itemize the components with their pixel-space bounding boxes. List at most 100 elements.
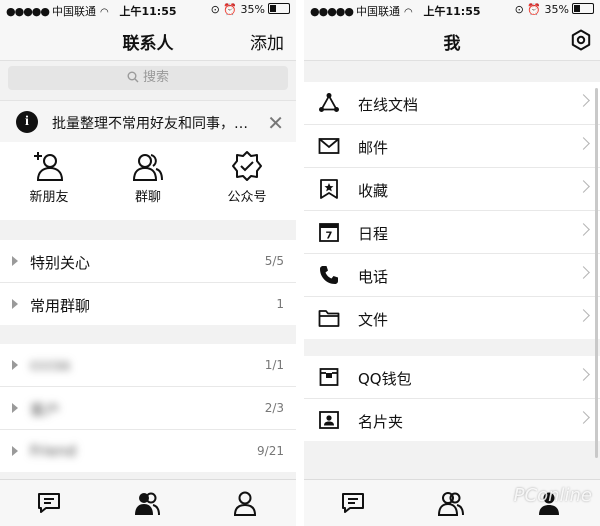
group-count: 1 xyxy=(276,297,284,311)
group-row-special-care[interactable]: 特别关心 5/5 xyxy=(0,240,296,283)
menu-label: 文件 xyxy=(358,311,389,329)
me-navbar: 我 xyxy=(304,20,600,61)
group-count: 1/1 xyxy=(264,358,284,372)
chevron-right-icon xyxy=(577,266,590,279)
alarm-icon: ⏰ xyxy=(527,3,542,16)
chevron-right-icon xyxy=(577,309,590,322)
battery-percent: 35% xyxy=(544,3,569,16)
quick-label: 群聊 xyxy=(134,190,161,205)
group-name: 常用群聊 xyxy=(30,297,91,315)
menu-label: 邮件 xyxy=(358,139,389,157)
menu-item-card-holder[interactable]: 名片夹 xyxy=(304,399,600,441)
search-icon xyxy=(127,71,139,83)
tip-banner[interactable]: i 批量整理不常用好友和同事，办... ✕ xyxy=(0,100,296,144)
menu-label: 名片夹 xyxy=(358,413,404,431)
battery-percent: 35% xyxy=(240,3,265,16)
new-friend-icon xyxy=(34,152,64,181)
menu-item-online-docs[interactable]: 在线文档 xyxy=(304,82,600,125)
official-account-icon xyxy=(232,151,262,181)
group-row[interactable]: cccss 1/1 xyxy=(0,344,296,387)
contact-groups: 特别关心 5/5 常用群聊 1 xyxy=(0,240,296,325)
quick-label: 新朋友 xyxy=(29,190,69,205)
screen-divider xyxy=(296,0,304,526)
contacts-tab-icon[interactable] xyxy=(438,490,464,516)
info-icon: i xyxy=(16,111,38,133)
folder-icon xyxy=(318,310,340,327)
official-account-button[interactable]: 公众号 xyxy=(198,150,296,205)
expand-triangle-icon xyxy=(12,446,18,456)
group-count: 2/3 xyxy=(264,401,284,415)
status-bar: ●●●●● 中国联通 ◠ 上午11:55 ⊙ ⏰ 35% xyxy=(304,0,600,20)
search-input[interactable]: 搜索 xyxy=(8,66,288,90)
quick-actions: 新朋友 群聊 公众号 xyxy=(0,142,296,220)
me-menu-primary: 在线文档 邮件 收藏 7 日程 电话 文件 xyxy=(304,82,600,339)
menu-item-schedule[interactable]: 7 日程 xyxy=(304,211,600,254)
messages-tab-icon[interactable] xyxy=(36,490,62,516)
menu-label: 收藏 xyxy=(358,182,389,200)
group-count: 9/21 xyxy=(257,444,284,458)
orientation-lock-icon: ⊙ xyxy=(210,3,220,16)
contacts-screen: ●●●●● 中国联通 ◠ 上午11:55 ⊙ ⏰ 35% 联系人 添加 搜索 i 批… xyxy=(0,0,296,526)
menu-label: 电话 xyxy=(358,268,389,286)
group-row[interactable]: 客户 2/3 xyxy=(0,387,296,430)
alarm-icon: ⏰ xyxy=(223,3,238,16)
expand-triangle-icon xyxy=(12,360,18,370)
me-tab-icon[interactable] xyxy=(232,490,258,516)
add-button[interactable]: 添加 xyxy=(250,29,284,54)
orientation-lock-icon: ⊙ xyxy=(514,3,524,16)
group-name: Friend xyxy=(30,442,77,460)
page-title: 我 xyxy=(443,34,461,54)
mail-icon xyxy=(318,138,340,154)
group-row[interactable]: Friend 9/21 xyxy=(0,430,296,472)
menu-item-phone[interactable]: 电话 xyxy=(304,254,600,297)
group-name: 客户 xyxy=(30,401,61,419)
calendar-icon: 7 xyxy=(319,223,339,242)
group-chat-icon xyxy=(132,154,163,181)
expand-triangle-icon xyxy=(12,403,18,413)
menu-label: 日程 xyxy=(358,225,389,243)
messages-tab-icon[interactable] xyxy=(340,490,366,516)
close-icon[interactable]: ✕ xyxy=(267,111,284,135)
settings-gear-icon[interactable] xyxy=(570,29,592,51)
quick-label: 公众号 xyxy=(227,190,267,205)
menu-item-favorites[interactable]: 收藏 xyxy=(304,168,600,211)
me-menu-secondary: QQ钱包 名片夹 xyxy=(304,356,600,441)
watermark-logo: PConline xyxy=(513,485,592,506)
tab-bar xyxy=(0,479,296,526)
chevron-right-icon xyxy=(577,94,590,107)
contacts-tab-icon[interactable] xyxy=(134,490,160,516)
wallet-icon xyxy=(319,368,339,386)
group-chat-button[interactable]: 群聊 xyxy=(99,150,197,205)
menu-item-mail[interactable]: 邮件 xyxy=(304,125,600,168)
chevron-right-icon xyxy=(577,180,590,193)
expand-triangle-icon xyxy=(12,299,18,309)
chevron-right-icon xyxy=(577,223,590,236)
group-row-common-chats[interactable]: 常用群聊 1 xyxy=(0,283,296,325)
menu-label: 在线文档 xyxy=(358,96,419,114)
phone-icon xyxy=(320,266,338,284)
chevron-right-icon xyxy=(577,137,590,150)
card-holder-icon xyxy=(319,411,339,429)
menu-item-qq-wallet[interactable]: QQ钱包 xyxy=(304,356,600,399)
calendar-day: 7 xyxy=(326,231,333,242)
status-bar: ●●●●● 中国联通 ◠ 上午11:55 ⊙ ⏰ 35% xyxy=(0,0,296,20)
group-count: 5/5 xyxy=(264,254,284,268)
me-screen: ●●●●● 中国联通 ◠ 上午11:55 ⊙ ⏰ 35% 我 在线文档 邮件 收… xyxy=(304,0,600,526)
menu-label: QQ钱包 xyxy=(358,370,412,388)
contacts-navbar: 联系人 添加 xyxy=(0,20,296,61)
group-name: cccss xyxy=(30,356,71,374)
chevron-right-icon xyxy=(577,368,590,381)
search-placeholder: 搜索 xyxy=(142,70,169,85)
battery-icon xyxy=(572,3,594,14)
new-friend-button[interactable]: 新朋友 xyxy=(0,150,98,205)
scrollbar[interactable] xyxy=(595,88,598,458)
contact-groups-custom: cccss 1/1 客户 2/3 Friend 9/21 xyxy=(0,344,296,472)
battery-icon xyxy=(268,3,290,14)
menu-item-files[interactable]: 文件 xyxy=(304,297,600,339)
expand-triangle-icon xyxy=(12,256,18,266)
group-name: 特别关心 xyxy=(30,254,91,272)
tip-text: 批量整理不常用好友和同事，办... xyxy=(52,116,260,132)
online-docs-icon xyxy=(319,93,339,112)
favorites-icon xyxy=(320,179,338,199)
chevron-right-icon xyxy=(577,411,590,424)
